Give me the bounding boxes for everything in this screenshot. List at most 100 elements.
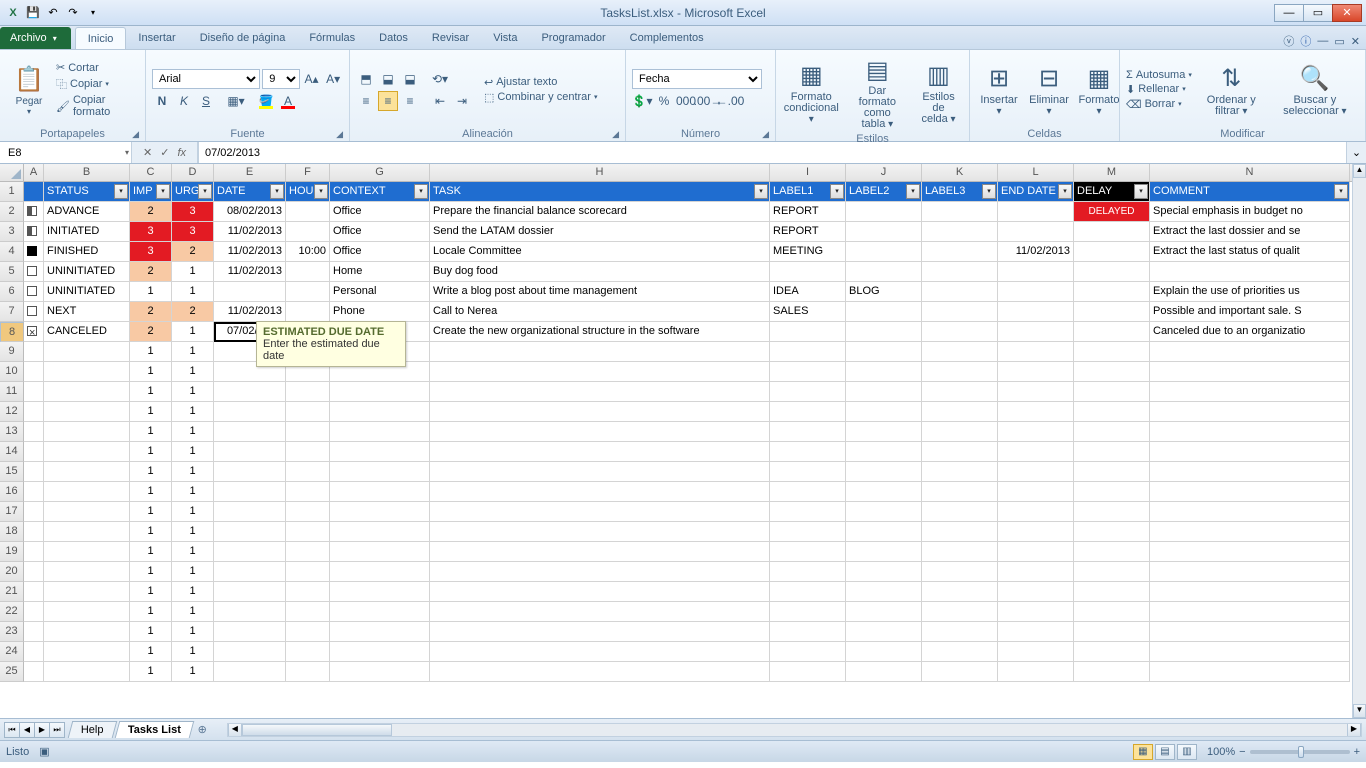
- cell[interactable]: [214, 542, 286, 562]
- font-name-select[interactable]: Arial: [152, 69, 260, 89]
- fill-button[interactable]: ⬇Rellenar▾: [1126, 83, 1192, 96]
- cell[interactable]: [998, 482, 1074, 502]
- merge-center-button[interactable]: ⬚Combinar y centrar▾: [484, 91, 597, 104]
- cell[interactable]: [922, 362, 998, 382]
- cell[interactable]: [24, 522, 44, 542]
- cell[interactable]: Office: [330, 202, 430, 222]
- cell[interactable]: Buy dog food: [430, 262, 770, 282]
- row-header-16[interactable]: 16: [0, 482, 24, 502]
- cell[interactable]: [24, 502, 44, 522]
- cell[interactable]: [846, 342, 922, 362]
- cell[interactable]: [214, 482, 286, 502]
- cell[interactable]: REPORT: [770, 222, 846, 242]
- cell[interactable]: [770, 562, 846, 582]
- ribbon-tab-diseño-de-página[interactable]: Diseño de página: [188, 27, 298, 49]
- table-header-LABEL3[interactable]: LABEL3▾: [922, 182, 998, 202]
- col-header-D[interactable]: D: [172, 164, 214, 181]
- vertical-scrollbar[interactable]: ▲ ▼: [1352, 164, 1366, 718]
- increase-indent-icon[interactable]: ⇥: [452, 91, 472, 111]
- file-tab[interactable]: Archivo▾: [0, 27, 71, 49]
- cell[interactable]: [286, 482, 330, 502]
- table-header-DELAY[interactable]: DELAY▾: [1074, 182, 1150, 202]
- cell[interactable]: 1: [130, 382, 172, 402]
- cell[interactable]: [330, 642, 430, 662]
- col-header-L[interactable]: L: [998, 164, 1074, 181]
- cell[interactable]: [1150, 382, 1350, 402]
- cell[interactable]: [1074, 242, 1150, 262]
- table-header-DATE[interactable]: DATE▾: [214, 182, 286, 202]
- cell[interactable]: [770, 422, 846, 442]
- cell[interactable]: [1150, 562, 1350, 582]
- sheet-tab-tasks-list[interactable]: Tasks List: [114, 721, 194, 738]
- cell[interactable]: [430, 482, 770, 502]
- cell[interactable]: [1074, 442, 1150, 462]
- ribbon-tab-programador[interactable]: Programador: [529, 27, 617, 49]
- cell[interactable]: Canceled due to an organizatio: [1150, 322, 1350, 342]
- ribbon-tab-complementos[interactable]: Complementos: [618, 27, 716, 49]
- row-header-8[interactable]: 8: [0, 322, 24, 342]
- col-header-J[interactable]: J: [846, 164, 922, 181]
- zoom-out-icon[interactable]: −: [1239, 746, 1245, 758]
- cell[interactable]: 2: [172, 302, 214, 322]
- cell[interactable]: [430, 582, 770, 602]
- cell[interactable]: [922, 402, 998, 422]
- cell[interactable]: [214, 502, 286, 522]
- cell[interactable]: [330, 502, 430, 522]
- cell[interactable]: [24, 462, 44, 482]
- cell[interactable]: [998, 622, 1074, 642]
- cancel-formula-icon[interactable]: ✕: [143, 146, 152, 159]
- cell[interactable]: BLOG: [846, 282, 922, 302]
- row-header-7[interactable]: 7: [0, 302, 24, 322]
- cell[interactable]: [922, 382, 998, 402]
- alignment-dialog-icon[interactable]: ◢: [612, 129, 619, 140]
- cell[interactable]: 1: [130, 342, 172, 362]
- currency-icon[interactable]: 💲▾: [632, 91, 652, 111]
- cell[interactable]: [1074, 542, 1150, 562]
- cell[interactable]: [1074, 262, 1150, 282]
- cell[interactable]: [922, 422, 998, 442]
- zoom-level[interactable]: 100%: [1207, 746, 1235, 758]
- cell[interactable]: [286, 282, 330, 302]
- cell[interactable]: 1: [172, 662, 214, 682]
- save-icon[interactable]: 💾: [24, 4, 42, 22]
- cell[interactable]: [770, 662, 846, 682]
- align-right-icon[interactable]: ≡: [400, 91, 420, 111]
- cell[interactable]: IDEA: [770, 282, 846, 302]
- cell[interactable]: [1150, 582, 1350, 602]
- cell[interactable]: [1150, 502, 1350, 522]
- cell[interactable]: [286, 442, 330, 462]
- cell[interactable]: [998, 602, 1074, 622]
- cell[interactable]: [998, 502, 1074, 522]
- cell[interactable]: [922, 262, 998, 282]
- cell[interactable]: [330, 582, 430, 602]
- cell[interactable]: [922, 562, 998, 582]
- cell[interactable]: [430, 382, 770, 402]
- enter-formula-icon[interactable]: ✓: [160, 146, 169, 159]
- autosum-button[interactable]: ΣAutosuma▾: [1126, 69, 1192, 81]
- macro-record-icon[interactable]: ▣: [39, 745, 49, 758]
- filter-button-icon[interactable]: ▾: [1134, 184, 1148, 199]
- row-header-13[interactable]: 13: [0, 422, 24, 442]
- cell[interactable]: [44, 442, 130, 462]
- cell[interactable]: CANCELED: [44, 322, 130, 342]
- cell[interactable]: [1150, 542, 1350, 562]
- cell[interactable]: 1: [130, 562, 172, 582]
- align-middle-icon[interactable]: ⬓: [378, 69, 398, 89]
- cell[interactable]: [846, 562, 922, 582]
- page-break-view-icon[interactable]: ▥: [1177, 744, 1197, 760]
- cell[interactable]: [846, 622, 922, 642]
- cell[interactable]: [1150, 262, 1350, 282]
- cell[interactable]: [286, 382, 330, 402]
- sheet-nav-last-icon[interactable]: ⏭: [49, 722, 65, 738]
- cell[interactable]: Extract the last dossier and se: [1150, 222, 1350, 242]
- minimize-button[interactable]: —: [1274, 4, 1304, 22]
- cell[interactable]: 1: [130, 422, 172, 442]
- cell[interactable]: [770, 642, 846, 662]
- cell[interactable]: [430, 402, 770, 422]
- cell[interactable]: [44, 602, 130, 622]
- cell[interactable]: [286, 202, 330, 222]
- col-header-M[interactable]: M: [1074, 164, 1150, 181]
- cell[interactable]: [330, 422, 430, 442]
- cell[interactable]: [286, 462, 330, 482]
- font-size-select[interactable]: 9: [262, 69, 299, 89]
